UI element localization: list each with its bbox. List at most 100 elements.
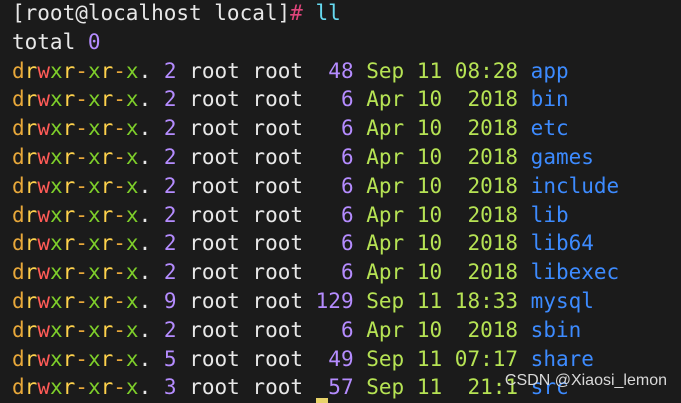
day: 10 xyxy=(416,116,443,141)
total-value: 0 xyxy=(87,29,101,54)
list-item: drwxr-xr-x. 9 root root 129 Sep 11 18:33… xyxy=(12,287,594,316)
link-count: 2 xyxy=(163,173,177,198)
link-count: 2 xyxy=(163,202,177,227)
day: 11 xyxy=(416,375,443,400)
directory-name: lib xyxy=(530,202,569,227)
permissions: drwxr-xr-x. xyxy=(12,116,152,141)
month: Apr xyxy=(366,317,405,342)
list-item: drwxr-xr-x. 2 root root 6 Apr 10 2018 sb… xyxy=(12,316,581,345)
list-item: drwxr-xr-x. 2 root root 6 Apr 10 2018 bi… xyxy=(12,85,569,114)
owner: root xyxy=(189,145,240,169)
directory-name: share xyxy=(530,346,594,371)
directory-name: lib64 xyxy=(530,231,594,256)
owner: root xyxy=(189,116,240,141)
month: Sep xyxy=(366,289,405,313)
owner: root xyxy=(189,289,240,313)
link-count: 9 xyxy=(163,289,177,313)
directory-name: include xyxy=(530,173,620,198)
day: 10 xyxy=(416,202,443,227)
group: root xyxy=(252,375,303,400)
total-label: total xyxy=(12,29,88,54)
day: 10 xyxy=(416,260,443,285)
month: Apr xyxy=(366,116,405,141)
permissions: drwxr-xr-x. xyxy=(12,173,152,198)
list-item: drwxr-xr-x. 5 root root 49 Sep 11 07:17 … xyxy=(12,345,594,374)
time-or-year: 2018 xyxy=(467,317,519,342)
list-item: drwxr-xr-x. 2 root root 6 Apr 10 2018 li… xyxy=(12,229,594,258)
permissions: drwxr-xr-x. xyxy=(12,145,152,169)
list-item: drwxr-xr-x. 2 root root 6 Apr 10 2018 ga… xyxy=(12,143,594,172)
directory-name: sbin xyxy=(530,317,582,342)
terminal-window[interactable]: [root@localhost local]# ll total 0 drwxr-x… xyxy=(0,0,681,403)
permissions: drwxr-xr-x. xyxy=(12,317,152,342)
group: root xyxy=(252,289,303,313)
group: root xyxy=(252,317,303,342)
time-or-year: 07:17 xyxy=(454,346,519,371)
file-size: 57 xyxy=(328,375,354,400)
permissions: drwxr-xr-x. xyxy=(12,87,152,112)
time-or-year: 2018 xyxy=(467,173,519,198)
file-size: 6 xyxy=(340,173,354,198)
link-count: 2 xyxy=(163,116,177,141)
total-line: total 0 xyxy=(12,28,101,57)
file-size: 49 xyxy=(328,346,354,371)
file-size: 6 xyxy=(340,260,354,285)
owner: root xyxy=(189,346,240,371)
link-count: 2 xyxy=(163,87,177,112)
prompt-line: [root@localhost local]# ll xyxy=(12,0,341,28)
link-count: 2 xyxy=(163,260,177,285)
owner: root xyxy=(189,231,240,256)
day: 10 xyxy=(416,231,443,256)
list-item: drwxr-xr-x. 2 root root 6 Apr 10 2018 in… xyxy=(12,172,619,201)
month: Sep xyxy=(366,375,405,400)
day: 11 xyxy=(416,289,443,313)
permissions: drwxr-xr-x. xyxy=(12,260,152,285)
owner: root xyxy=(189,87,240,112)
directory-name: app xyxy=(530,58,569,83)
list-item: drwxr-xr-x. 2 root root 48 Sep 11 08:28 … xyxy=(12,57,569,86)
time-or-year: 2018 xyxy=(467,145,519,169)
permissions: drwxr-xr-x. xyxy=(12,289,152,313)
link-count: 2 xyxy=(163,145,177,169)
file-size: 6 xyxy=(340,87,354,112)
prompt-user-host: [root@localhost local] xyxy=(12,1,291,25)
month: Apr xyxy=(366,260,405,285)
link-count: 2 xyxy=(163,58,177,83)
owner: root xyxy=(189,260,240,285)
directory-name: etc xyxy=(530,116,569,141)
permissions: drwxr-xr-x. xyxy=(12,231,152,256)
month: Sep xyxy=(366,346,405,371)
month: Apr xyxy=(366,202,405,227)
link-count: 3 xyxy=(163,375,177,400)
month: Apr xyxy=(366,145,405,169)
group: root xyxy=(252,173,303,198)
file-size: 129 xyxy=(315,289,354,313)
month: Sep xyxy=(366,58,405,83)
group: root xyxy=(252,145,303,169)
owner: root xyxy=(189,202,240,227)
day: 10 xyxy=(416,173,443,198)
directory-name: bin xyxy=(530,87,569,112)
day: 10 xyxy=(416,317,443,342)
permissions: drwxr-xr-x. xyxy=(12,58,152,83)
file-size: 6 xyxy=(340,317,354,342)
link-count: 2 xyxy=(163,317,177,342)
day: 11 xyxy=(416,58,443,83)
day: 10 xyxy=(416,87,443,112)
list-item: drwxr-xr-x. 3 root root 57 Sep 11 21:1 s… xyxy=(12,373,569,402)
time-or-year: 18:33 xyxy=(454,289,519,313)
month: Apr xyxy=(366,87,405,112)
time-or-year: 2018 xyxy=(467,260,519,285)
month: Apr xyxy=(366,231,405,256)
list-item: drwxr-xr-x. 2 root root 6 Apr 10 2018 et… xyxy=(12,114,569,143)
permissions: drwxr-xr-x. xyxy=(12,202,152,227)
directory-name: mysql xyxy=(530,289,594,313)
owner: root xyxy=(189,375,240,400)
group: root xyxy=(252,202,303,227)
prompt-symbol: # xyxy=(290,1,303,25)
time-or-year: 2018 xyxy=(467,87,519,112)
group: root xyxy=(252,346,303,371)
list-item: drwxr-xr-x. 2 root root 6 Apr 10 2018 li… xyxy=(12,258,619,287)
directory-name: libexec xyxy=(530,260,620,285)
list-item: drwxr-xr-x. 2 root root 6 Apr 10 2018 li… xyxy=(12,201,569,230)
